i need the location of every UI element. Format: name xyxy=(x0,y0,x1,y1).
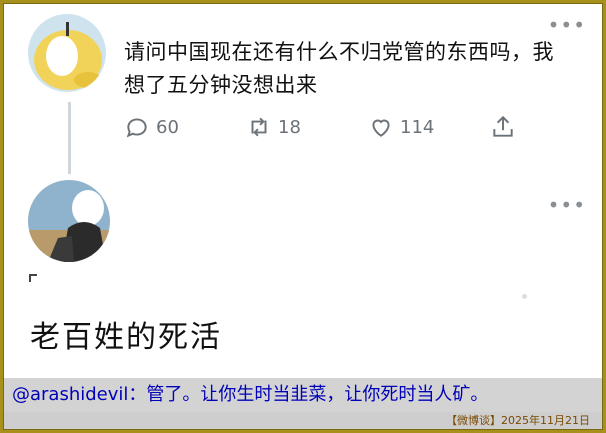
reply-button[interactable]: 60 xyxy=(124,114,179,140)
faint-dot xyxy=(522,294,527,299)
screenshot-frame: ••• 请问中国现在还有什么不归党管的东西吗，我想了五分钟没想出来 60 18 xyxy=(3,3,603,430)
retweet-button[interactable]: 18 xyxy=(246,114,301,140)
thread-connector-line xyxy=(68,102,71,174)
avatar[interactable] xyxy=(28,14,106,92)
avatar[interactable] xyxy=(28,180,110,262)
tweet-actions: 60 18 114 xyxy=(124,114,544,142)
tweet-text: 老百姓的死活 xyxy=(30,320,222,355)
heart-icon xyxy=(372,119,390,137)
caption-comment: @arashidevil：管了。让你生时当韭菜，让你死时当人矿。 xyxy=(4,378,602,412)
share-icon xyxy=(493,115,513,137)
like-button[interactable]: 114 xyxy=(368,114,434,140)
more-options-icon[interactable]: ••• xyxy=(548,15,586,35)
tweet-text: 请问中国现在还有什么不归党管的东西吗，我想了五分钟没想出来 xyxy=(124,40,554,97)
more-options-icon[interactable]: ••• xyxy=(548,195,586,215)
retweet-count: 18 xyxy=(278,116,301,138)
reply-count: 60 xyxy=(156,116,179,138)
source-date: 【微博谈】2025年11月21日 xyxy=(4,412,602,429)
reply-icon xyxy=(126,118,147,138)
text-corner-mark xyxy=(29,274,37,282)
like-count: 114 xyxy=(400,116,435,138)
share-button[interactable] xyxy=(490,114,522,140)
retweet-icon xyxy=(251,117,267,137)
